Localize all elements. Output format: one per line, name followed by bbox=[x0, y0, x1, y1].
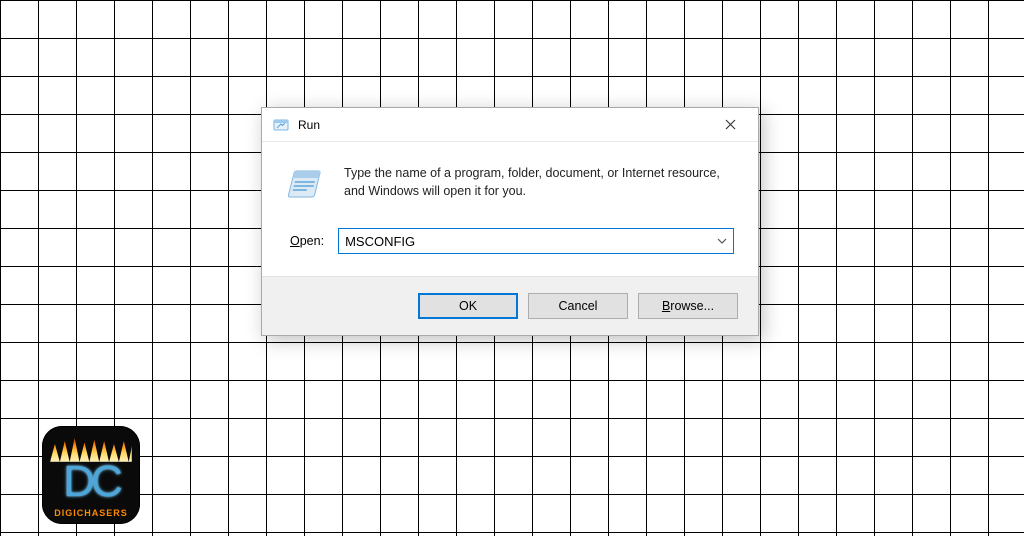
cancel-button-label: Cancel bbox=[559, 299, 598, 313]
ok-button-label: OK bbox=[459, 299, 477, 313]
open-label: Open: bbox=[290, 234, 324, 248]
message-row: Type the name of a program, folder, docu… bbox=[286, 164, 734, 206]
ok-button[interactable]: OK bbox=[418, 293, 518, 319]
dialog-title: Run bbox=[298, 118, 708, 132]
logo-monogram: DC bbox=[42, 460, 140, 504]
run-icon bbox=[286, 164, 326, 206]
close-button[interactable] bbox=[708, 110, 752, 140]
browse-button[interactable]: Browse... bbox=[638, 293, 738, 319]
run-titlebar-icon bbox=[272, 116, 290, 134]
digichasers-logo: DC DIGICHASERS bbox=[42, 426, 140, 524]
run-dialog: Run Type the name of a program bbox=[261, 107, 759, 336]
logo-subtitle: DIGICHASERS bbox=[42, 508, 140, 518]
chevron-down-icon[interactable] bbox=[711, 229, 733, 253]
dialog-body: Type the name of a program, folder, docu… bbox=[262, 142, 758, 276]
dialog-message: Type the name of a program, folder, docu… bbox=[344, 164, 734, 200]
dialog-titlebar[interactable]: Run bbox=[262, 108, 758, 142]
browse-button-label: Browse... bbox=[662, 299, 714, 313]
dialog-button-bar: OK Cancel Browse... bbox=[262, 276, 758, 335]
open-combobox[interactable] bbox=[338, 228, 734, 254]
open-input[interactable] bbox=[339, 229, 711, 253]
cancel-button[interactable]: Cancel bbox=[528, 293, 628, 319]
open-row: Open: bbox=[286, 228, 734, 254]
